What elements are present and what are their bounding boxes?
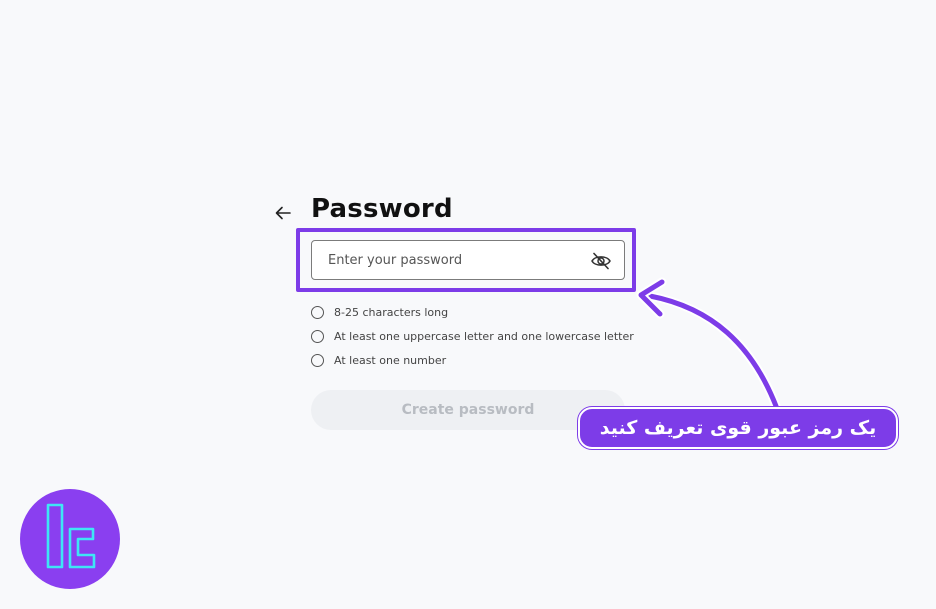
page-title: Password: [311, 194, 453, 224]
requirement-status-icon: [311, 305, 324, 319]
show-password-toggle[interactable]: [590, 250, 612, 272]
back-button[interactable]: [272, 202, 294, 224]
requirement-label: 8-25 characters long: [334, 305, 449, 319]
brand-logo: [20, 489, 120, 589]
password-requirements: 8-25 characters long At least one upperc…: [311, 300, 634, 372]
eye-slash-icon: [591, 252, 611, 270]
brand-logo-icon: [46, 503, 96, 569]
requirement-status-icon: [311, 353, 324, 367]
arrow-left-icon: [275, 206, 291, 220]
requirement-status-icon: [311, 329, 324, 343]
password-input[interactable]: [312, 241, 582, 279]
password-field[interactable]: [311, 240, 625, 280]
annotation-callout: یک رمز عبور قوی تعریف کنید: [578, 407, 898, 449]
requirement-length: 8-25 characters long: [311, 300, 634, 324]
requirement-case: At least one uppercase letter and one lo…: [311, 324, 634, 348]
password-page: Password 8-25 characters long At least o…: [0, 0, 936, 609]
requirement-label: At least one number: [334, 353, 447, 367]
requirement-label: At least one uppercase letter and one lo…: [334, 329, 634, 343]
requirement-number: At least one number: [311, 348, 634, 372]
